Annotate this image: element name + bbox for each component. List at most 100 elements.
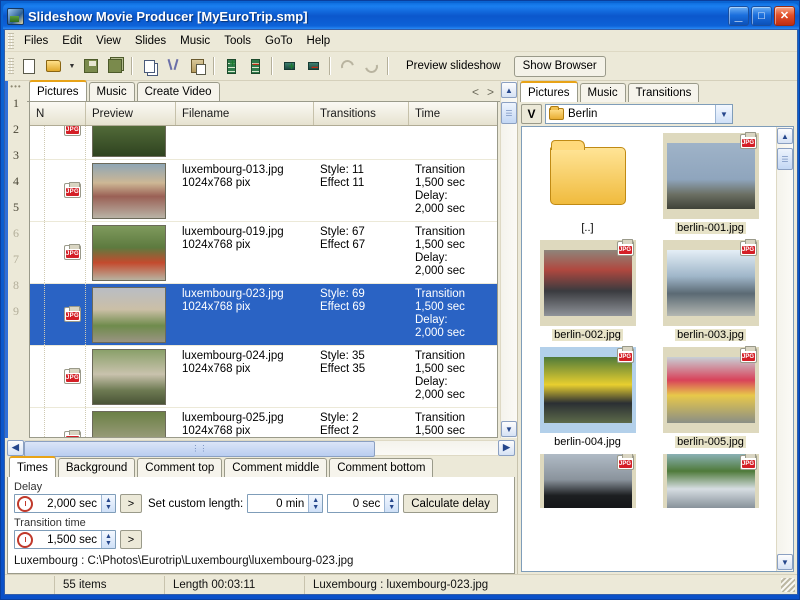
table-row[interactable]: JPG luxembourg-013.jpg 1024x768 pix bbox=[30, 160, 497, 222]
status-length: Length 00:03:11 bbox=[165, 576, 305, 594]
tab-browser-music[interactable]: Music bbox=[580, 83, 626, 102]
open-folder-icon[interactable] bbox=[41, 55, 65, 78]
minutes-spinner[interactable]: 0 min ▲▼ bbox=[247, 494, 323, 513]
column-header-transitions[interactable]: Transitions bbox=[314, 102, 409, 125]
row-style: Style: 2 bbox=[320, 412, 403, 425]
minutes-stepper[interactable]: ▲▼ bbox=[308, 495, 322, 512]
tab-create-video[interactable]: Create Video bbox=[137, 82, 220, 101]
delay-more-button[interactable]: > bbox=[120, 494, 142, 513]
paste-icon[interactable] bbox=[185, 55, 209, 78]
transition-more-button[interactable]: > bbox=[120, 530, 142, 549]
row-thumbnail bbox=[92, 163, 166, 219]
menu-slides[interactable]: Slides bbox=[128, 32, 173, 50]
delay-stepper[interactable]: ▲▼ bbox=[101, 495, 115, 512]
delay-spinner[interactable]: 2,000 sec ▲▼ bbox=[14, 494, 116, 513]
table-row[interactable]: JPG luxembourg-024.jpg 1024x768 pix bbox=[30, 346, 497, 408]
seconds-stepper[interactable]: ▲▼ bbox=[384, 495, 398, 512]
remove-transition-icon[interactable]: – bbox=[301, 55, 325, 78]
tab-next-button[interactable]: > bbox=[487, 85, 494, 99]
menu-files[interactable]: Files bbox=[17, 32, 55, 50]
scroll-thumb[interactable]: ☰ bbox=[777, 148, 793, 170]
transition-spinner[interactable]: 1,500 sec ▲▼ bbox=[14, 530, 116, 549]
tab-music[interactable]: Music bbox=[89, 82, 135, 101]
delay-value[interactable]: 2,000 sec bbox=[35, 498, 101, 510]
tab-background[interactable]: Background bbox=[58, 458, 135, 477]
browser-item[interactable]: JPG berlin-005.jpg bbox=[649, 347, 772, 448]
tab-pictures[interactable]: Pictures bbox=[29, 80, 87, 101]
scroll-left-icon[interactable]: ◀ bbox=[7, 440, 24, 456]
rotate-left-icon[interactable] bbox=[359, 55, 383, 78]
slide-list-vertical-scrollbar[interactable]: ▲ ☰ ▼ bbox=[500, 81, 517, 438]
calculate-delay-button[interactable]: Calculate delay bbox=[403, 494, 498, 513]
browser-item[interactable]: JPG berlin-001.jpg bbox=[649, 133, 772, 234]
browser-item[interactable]: JPG berlin-002.jpg bbox=[526, 240, 649, 341]
scroll-down-icon[interactable]: ▼ bbox=[501, 421, 517, 437]
tab-times[interactable]: Times bbox=[9, 456, 56, 477]
browser-item[interactable]: JPG bbox=[526, 454, 649, 508]
add-transition-icon[interactable]: + bbox=[277, 55, 301, 78]
chevron-down-icon[interactable]: ▼ bbox=[715, 105, 732, 123]
column-header-time[interactable]: Time bbox=[409, 102, 497, 125]
resize-grip[interactable] bbox=[781, 578, 795, 592]
transition-value[interactable]: 1,500 sec bbox=[35, 534, 101, 546]
browser-vertical-scrollbar[interactable]: ▲ ☰ ▼ bbox=[776, 127, 793, 571]
menu-music[interactable]: Music bbox=[173, 32, 217, 50]
browser-item-parent-folder[interactable]: [..] bbox=[526, 133, 649, 234]
transition-stepper[interactable]: ▲▼ bbox=[101, 531, 115, 548]
column-header-preview[interactable]: Preview bbox=[86, 102, 176, 125]
table-row[interactable]: JPG luxembourg-019.jpg 1024x768 pix bbox=[30, 222, 497, 284]
slide-list-horizontal-scrollbar[interactable]: ◀ ⋮⋮ ▶ bbox=[7, 439, 515, 456]
scroll-thumb[interactable]: ☰ bbox=[501, 102, 517, 124]
menu-goto[interactable]: GoTo bbox=[258, 32, 300, 50]
folder-combobox[interactable]: Berlin ▼ bbox=[545, 104, 733, 124]
browser-item[interactable]: JPG bbox=[649, 454, 772, 508]
hscroll-thumb[interactable]: ⋮⋮ bbox=[24, 441, 375, 457]
table-row[interactable]: JPG luxembourg-025.jpg 1024x768 pix bbox=[30, 408, 497, 437]
column-header-filename[interactable]: Filename bbox=[176, 102, 314, 125]
table-row[interactable]: JPG bbox=[30, 126, 497, 160]
rotate-right-icon[interactable] bbox=[335, 55, 359, 78]
scroll-up-icon[interactable]: ▲ bbox=[501, 82, 517, 98]
preview-slideshow-button[interactable]: Preview slideshow bbox=[397, 56, 510, 77]
table-rows: JPG bbox=[30, 126, 497, 437]
browser-item[interactable]: JPG berlin-004.jpg bbox=[526, 347, 649, 448]
scroll-up-icon[interactable]: ▲ bbox=[777, 128, 793, 144]
menu-help[interactable]: Help bbox=[300, 32, 338, 50]
up-folder-button[interactable]: V bbox=[521, 104, 542, 124]
menu-drag-grip[interactable] bbox=[8, 33, 14, 49]
save-icon[interactable] bbox=[79, 55, 103, 78]
add-slide-icon[interactable]: + bbox=[219, 55, 243, 78]
toolbar-drag-grip[interactable] bbox=[8, 58, 14, 74]
save-all-icon[interactable] bbox=[103, 55, 127, 78]
table-row-selected[interactable]: JPG luxembourg-023.jpg 1024x768 pix bbox=[30, 284, 497, 346]
scroll-right-icon[interactable]: ▶ bbox=[498, 440, 515, 456]
minimize-button[interactable]: _ bbox=[728, 6, 749, 26]
row-preview-cell bbox=[86, 160, 176, 221]
seconds-value[interactable]: 0 sec bbox=[328, 498, 384, 510]
browser-item[interactable]: JPG berlin-003.jpg bbox=[649, 240, 772, 341]
menu-view[interactable]: View bbox=[89, 32, 128, 50]
tab-comment-top[interactable]: Comment top bbox=[137, 458, 222, 477]
menu-tools[interactable]: Tools bbox=[217, 32, 258, 50]
scroll-down-icon[interactable]: ▼ bbox=[777, 554, 793, 570]
new-file-icon[interactable] bbox=[17, 55, 41, 78]
browser-item-label: berlin-003.jpg bbox=[675, 329, 746, 341]
menu-edit[interactable]: Edit bbox=[55, 32, 89, 50]
cut-icon[interactable] bbox=[161, 55, 185, 78]
seconds-spinner[interactable]: 0 sec ▲▼ bbox=[327, 494, 399, 513]
column-header-n[interactable]: N bbox=[30, 102, 86, 125]
minutes-value[interactable]: 0 min bbox=[248, 498, 308, 510]
tab-comment-bottom[interactable]: Comment bottom bbox=[329, 458, 433, 477]
remove-slide-icon[interactable]: – bbox=[243, 55, 267, 78]
tab-browser-transitions[interactable]: Transitions bbox=[628, 83, 700, 102]
tab-comment-middle[interactable]: Comment middle bbox=[224, 458, 327, 477]
hscroll-track[interactable]: ⋮⋮ bbox=[24, 440, 498, 456]
maximize-button[interactable]: □ bbox=[751, 6, 772, 26]
chevron-down-icon[interactable]: ▼ bbox=[65, 55, 79, 78]
close-button[interactable]: ✕ bbox=[774, 6, 795, 26]
copy-icon[interactable] bbox=[137, 55, 161, 78]
ruler-grip[interactable]: ••• bbox=[10, 83, 21, 90]
tab-prev-button[interactable]: < bbox=[472, 85, 479, 99]
show-browser-button[interactable]: Show Browser bbox=[514, 56, 606, 77]
tab-browser-pictures[interactable]: Pictures bbox=[520, 81, 578, 102]
